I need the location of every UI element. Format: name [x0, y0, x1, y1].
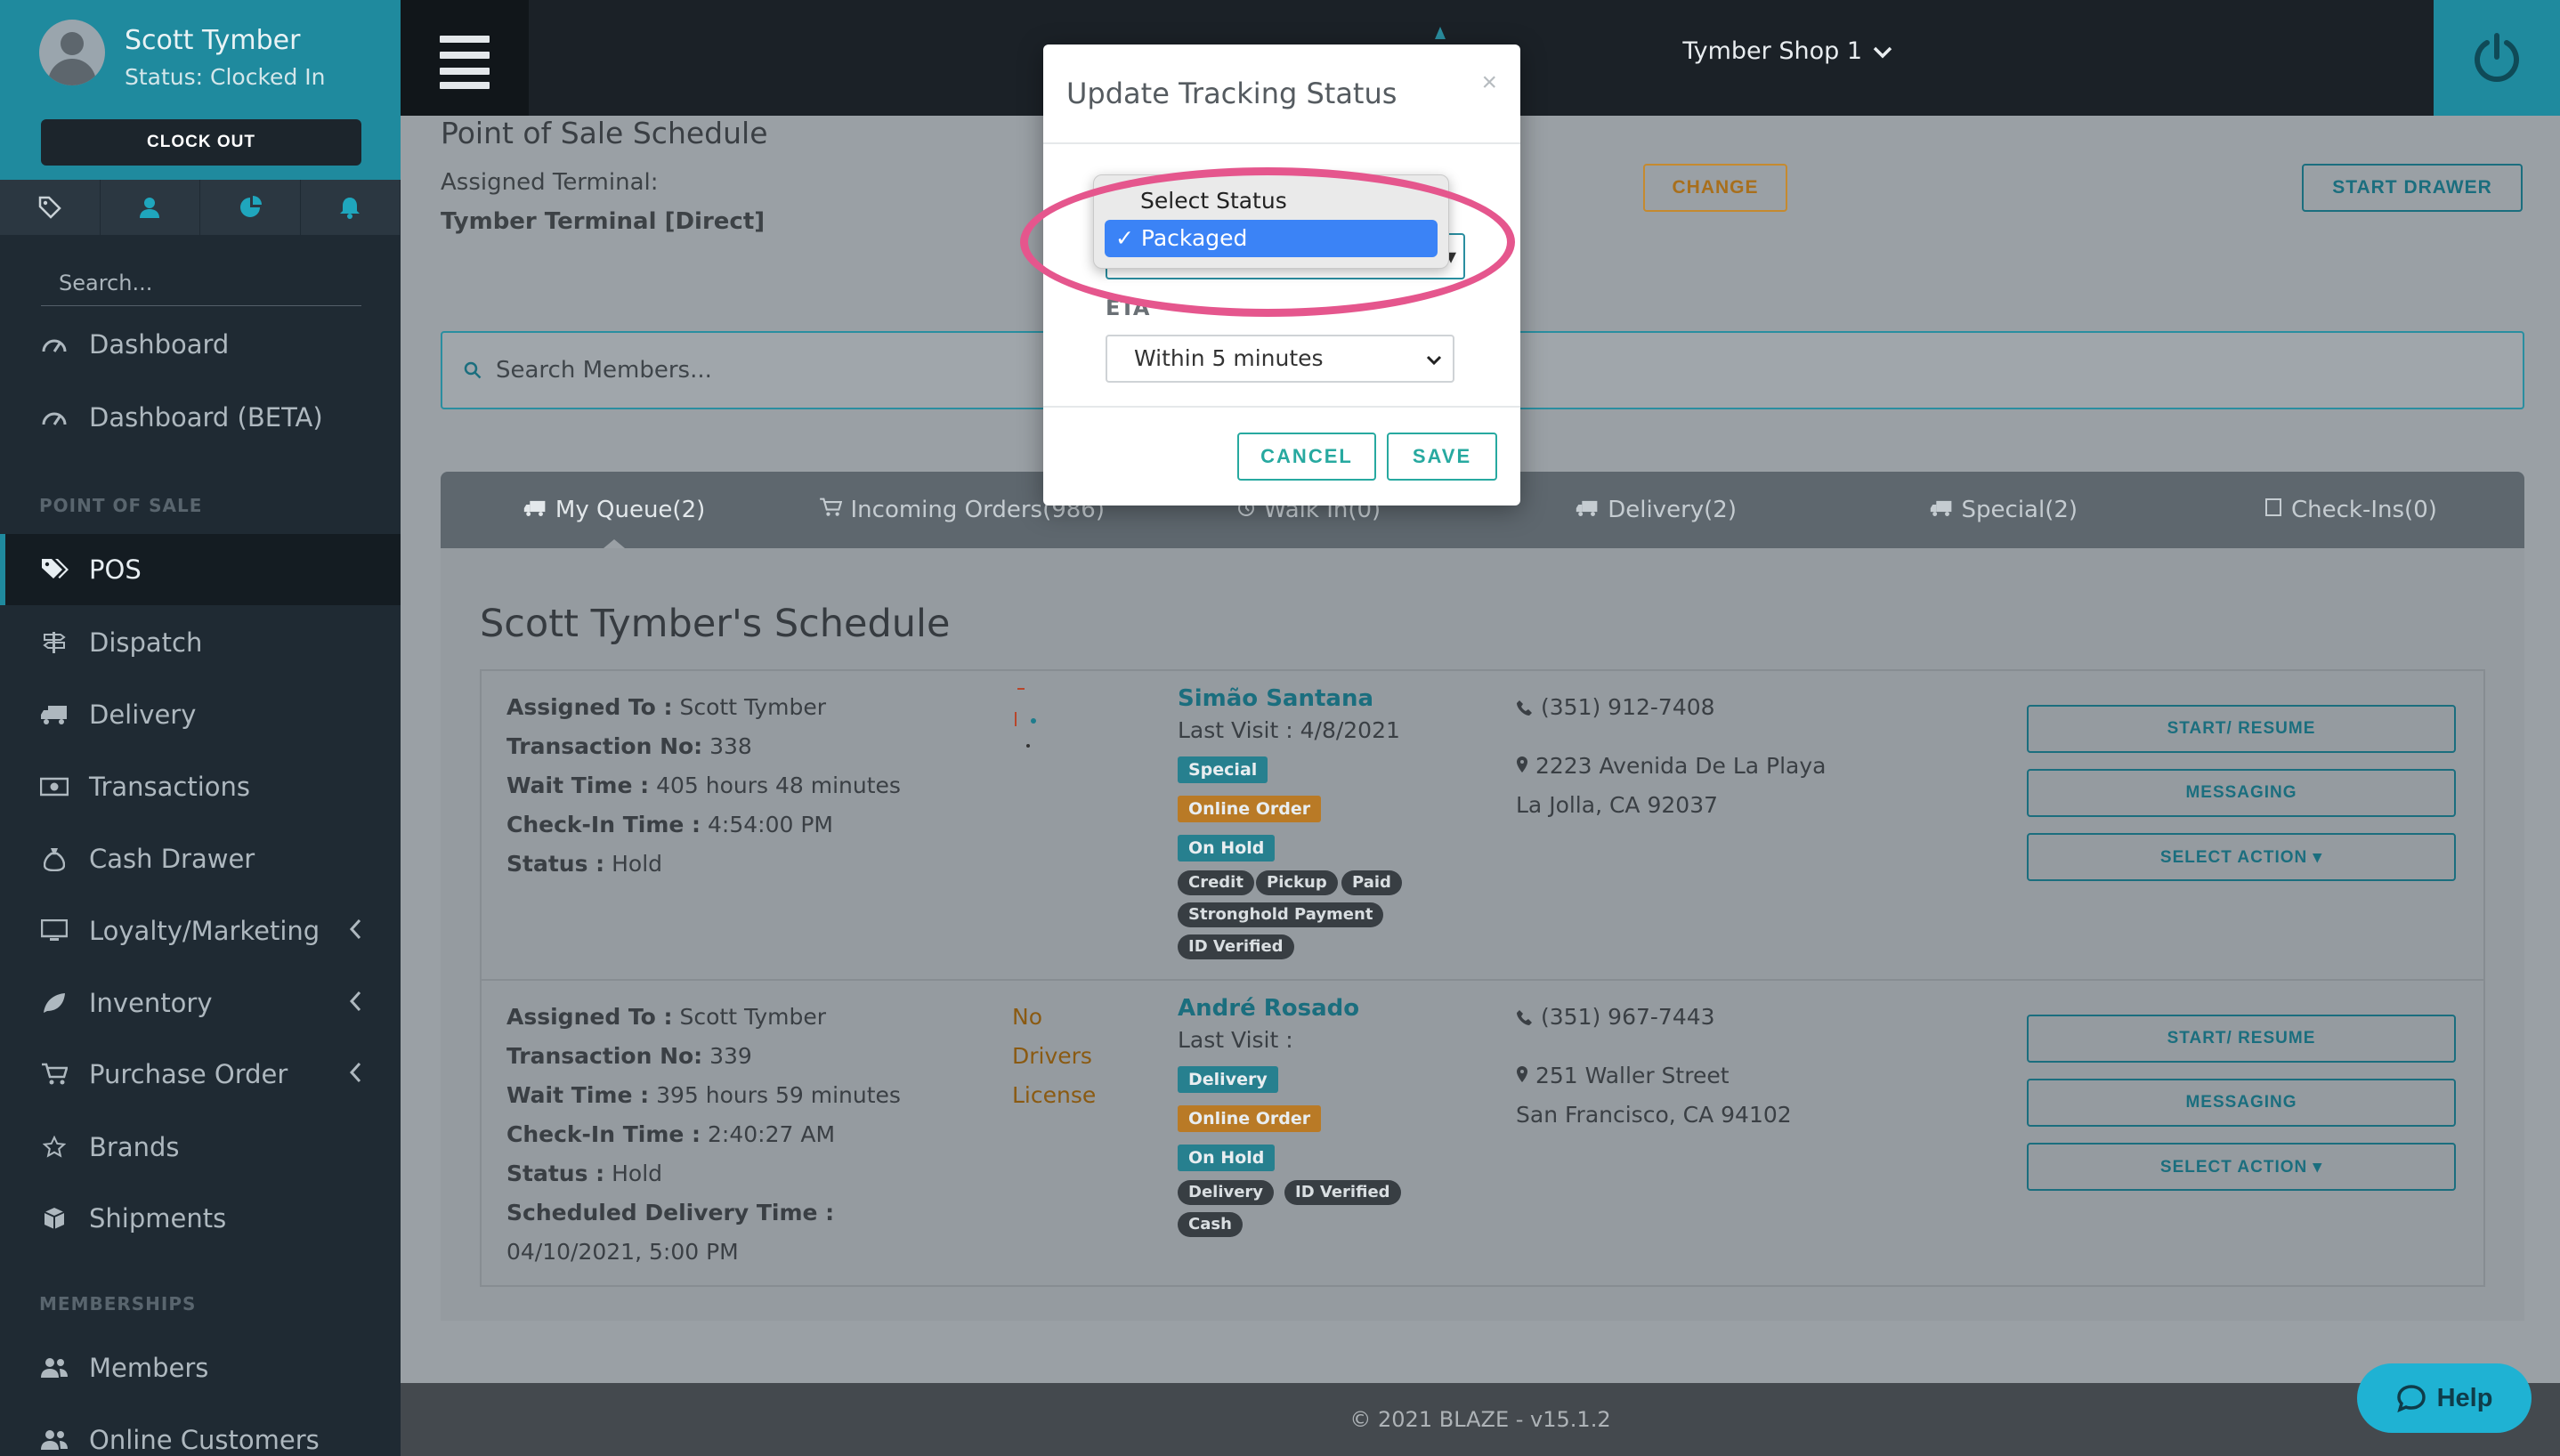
- divider: [1043, 406, 1520, 408]
- status-option-packaged[interactable]: ✓ Packaged: [1105, 220, 1438, 257]
- eta-label: ETA: [1106, 295, 1150, 320]
- close-icon[interactable]: ×: [1481, 68, 1497, 98]
- chevron-down-icon: [1426, 336, 1442, 381]
- save-button[interactable]: SAVE: [1387, 433, 1497, 481]
- update-tracking-status-modal: Update Tracking Status × ▾ Select Status…: [1043, 44, 1520, 506]
- eta-value: Within 5 minutes: [1134, 345, 1324, 371]
- status-dropdown-menu: Select Status ✓ Packaged: [1093, 174, 1449, 269]
- modal-title: Update Tracking Status: [1066, 77, 1397, 110]
- eta-select[interactable]: Within 5 minutes: [1106, 335, 1454, 383]
- cancel-button[interactable]: CANCEL: [1237, 433, 1376, 481]
- status-option-select-status[interactable]: Select Status: [1140, 188, 1287, 214]
- divider: [1043, 142, 1520, 144]
